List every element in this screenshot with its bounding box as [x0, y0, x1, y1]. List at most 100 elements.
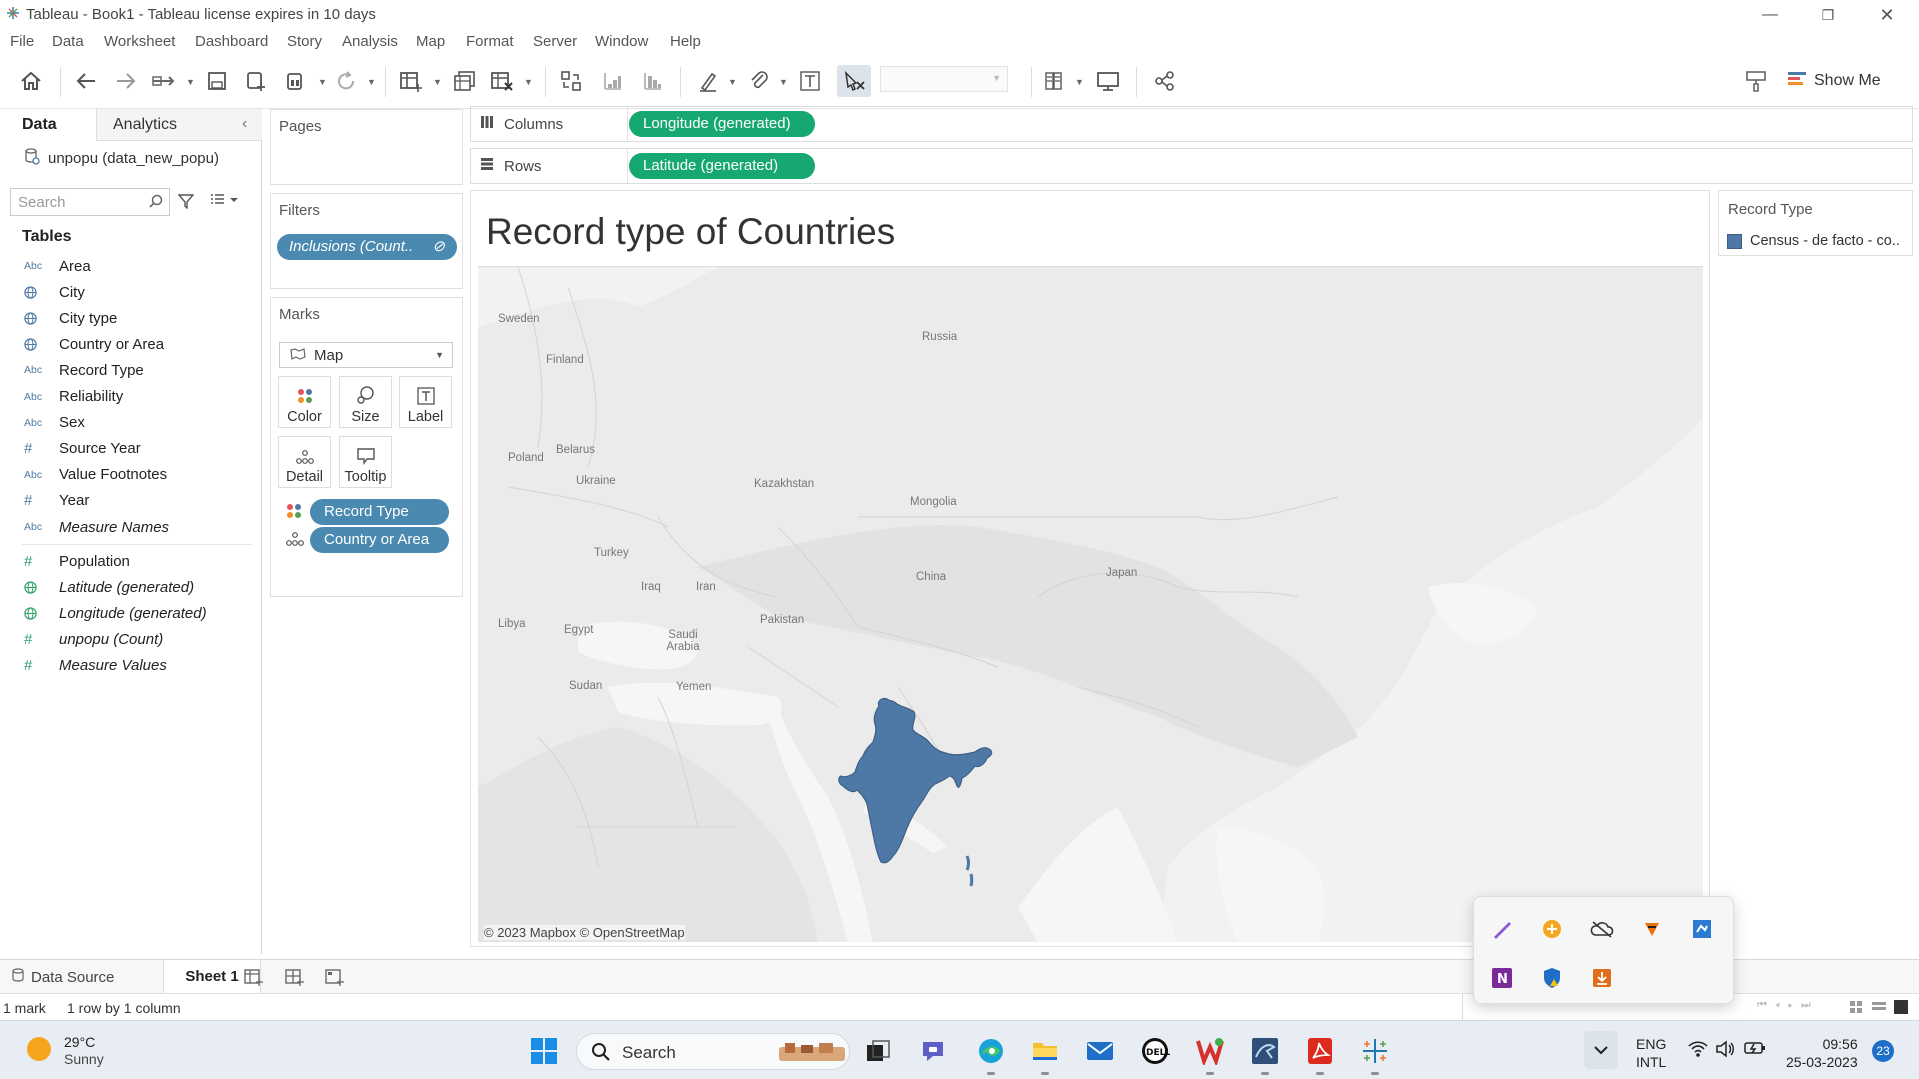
rows-shelf[interactable]: Rows Latitude (generated) — [470, 148, 1913, 184]
filter-icon[interactable] — [177, 193, 195, 214]
restore-button[interactable]: ❐ — [1808, 2, 1848, 28]
pause-updates-icon[interactable] — [282, 67, 310, 95]
field-latitude-generated[interactable]: Latitude (generated) — [24, 576, 194, 598]
replay-icon[interactable] — [150, 67, 178, 95]
chevron-down-icon[interactable]: ▼ — [433, 77, 442, 87]
menu-map[interactable]: Map — [416, 33, 445, 50]
chevron-down-icon[interactable]: ▼ — [779, 77, 788, 87]
collapse-pane-icon[interactable]: ‹ — [242, 115, 247, 133]
field-unpopu-count[interactable]: # unpopu (Count) — [24, 628, 163, 650]
teams-chat-icon[interactable] — [917, 1035, 949, 1067]
search-field[interactable] — [10, 188, 170, 216]
field-measure-names[interactable]: Abc Measure Names — [24, 516, 169, 538]
field-value-footnotes[interactable]: Abc Value Footnotes — [24, 464, 167, 486]
pages-card[interactable]: Pages — [270, 109, 463, 185]
country-shape-india[interactable] — [819, 694, 1019, 894]
sheet-sorter-icon[interactable] — [1850, 1000, 1914, 1019]
battery-charging-icon[interactable] — [1744, 1040, 1766, 1061]
tooltip-button[interactable]: Tooltip — [339, 436, 392, 488]
highlight-icon[interactable] — [694, 67, 722, 95]
datasource-item[interactable]: unpopu (data_new_popu) — [24, 147, 219, 169]
field-population[interactable]: # Population — [24, 550, 130, 572]
sort-descending-icon[interactable] — [638, 67, 666, 95]
menu-server[interactable]: Server — [533, 33, 577, 50]
menu-dashboard[interactable]: Dashboard — [195, 33, 268, 50]
field-area[interactable]: Abc Area — [24, 255, 91, 277]
minimize-button[interactable]: — — [1750, 2, 1790, 28]
legend-item[interactable]: Census - de facto - co.. — [1727, 233, 1900, 249]
tab-data[interactable]: Data — [0, 109, 96, 141]
fix-axes-icon[interactable] — [837, 65, 871, 97]
weather-widget[interactable]: 29°C Sunny — [26, 1034, 104, 1068]
edge-browser-icon[interactable] — [975, 1035, 1007, 1067]
dell-icon[interactable]: DELL — [1139, 1035, 1171, 1067]
sort-ascending-icon[interactable] — [598, 67, 626, 95]
close-button[interactable]: ✕ — [1867, 2, 1907, 28]
refresh-icon[interactable] — [332, 67, 360, 95]
chevron-down-icon[interactable]: ▼ — [1075, 77, 1084, 87]
pen-app-icon[interactable] — [1489, 916, 1515, 942]
acrobat-icon[interactable] — [1304, 1035, 1336, 1067]
menu-story[interactable]: Story — [287, 33, 322, 50]
field-sex[interactable]: Abc Sex — [24, 412, 85, 434]
language-indicator[interactable]: ENG INTL — [1636, 1035, 1666, 1071]
file-explorer-icon[interactable] — [1029, 1035, 1061, 1067]
update-app-icon[interactable] — [1539, 916, 1565, 942]
new-dashboard-icon[interactable] — [285, 968, 305, 991]
share-icon[interactable] — [1151, 67, 1179, 95]
java-update-icon[interactable] — [1589, 965, 1615, 991]
color-legend[interactable]: Record Type Census - de facto - co.. — [1718, 190, 1913, 256]
tab-data-source[interactable]: Data Source — [12, 968, 114, 986]
map-view[interactable]: Sweden Finland Russia Belarus Poland Ukraine K… — [478, 266, 1703, 942]
onenote-icon[interactable]: N — [1489, 965, 1515, 991]
undo-icon[interactable] — [72, 67, 100, 95]
field-source-year[interactable]: # Source Year — [24, 438, 141, 460]
redo-icon[interactable] — [112, 67, 140, 95]
marks-pill-record-type[interactable]: Record Type — [310, 499, 449, 525]
filters-card[interactable]: Filters Inclusions (Count.. ⊘ — [270, 193, 463, 289]
presentation-mode-icon[interactable] — [1043, 67, 1071, 95]
device-preview-icon[interactable] — [1094, 67, 1122, 95]
chevron-down-icon[interactable]: ▼ — [186, 77, 195, 87]
new-worksheet-icon[interactable] — [397, 67, 425, 95]
columns-shelf[interactable]: Columns Longitude (generated) — [470, 106, 1913, 142]
mark-type-dropdown[interactable]: Map ▼ — [279, 342, 453, 368]
notification-badge[interactable]: 23 — [1872, 1040, 1894, 1062]
swap-rows-columns-icon[interactable] — [557, 67, 585, 95]
wifi-icon[interactable] — [1688, 1040, 1708, 1063]
clock[interactable]: 09:56 25-03-2023 — [1786, 1035, 1858, 1071]
ssms-icon[interactable] — [1249, 1035, 1281, 1067]
duplicate-sheet-icon[interactable] — [451, 67, 479, 95]
chevron-down-icon[interactable]: ▼ — [367, 77, 376, 87]
tab-analytics[interactable]: Analytics — [96, 109, 262, 141]
search-input[interactable] — [11, 189, 139, 215]
mail-icon[interactable] — [1084, 1035, 1116, 1067]
windows-security-icon[interactable] — [1539, 965, 1565, 991]
fit-dropdown[interactable]: ▼ — [880, 66, 1008, 92]
clear-sheet-icon[interactable] — [488, 67, 516, 95]
field-city-type[interactable]: City type — [24, 307, 117, 329]
detail-button[interactable]: Detail — [278, 436, 331, 488]
task-view-icon[interactable] — [862, 1035, 894, 1067]
menu-format[interactable]: Format — [466, 33, 514, 50]
group-members-icon[interactable] — [745, 67, 773, 95]
menu-window[interactable]: Window — [595, 33, 648, 50]
columns-pill-longitude[interactable]: Longitude (generated) — [629, 111, 815, 137]
field-year[interactable]: # Year — [24, 490, 89, 512]
field-record-type[interactable]: Abc Record Type — [24, 359, 144, 381]
new-story-icon[interactable] — [325, 968, 345, 991]
new-worksheet-icon[interactable] — [244, 968, 264, 991]
windows-start-icon[interactable] — [528, 1035, 560, 1067]
menu-help[interactable]: Help — [670, 33, 701, 50]
menu-file[interactable]: File — [10, 33, 34, 50]
menu-worksheet[interactable]: Worksheet — [104, 33, 175, 50]
taskbar-search[interactable]: Search — [576, 1033, 850, 1070]
menu-analysis[interactable]: Analysis — [342, 33, 398, 50]
field-country-or-area[interactable]: Country or Area — [24, 333, 164, 355]
field-longitude-generated[interactable]: Longitude (generated) — [24, 602, 207, 624]
show-me-button[interactable]: Show Me — [1788, 70, 1881, 92]
home-icon[interactable] — [17, 67, 45, 95]
label-button[interactable]: Label — [399, 376, 452, 428]
rows-pill-latitude[interactable]: Latitude (generated) — [629, 153, 815, 179]
filter-pill-inclusions[interactable]: Inclusions (Count.. ⊘ — [277, 234, 457, 260]
